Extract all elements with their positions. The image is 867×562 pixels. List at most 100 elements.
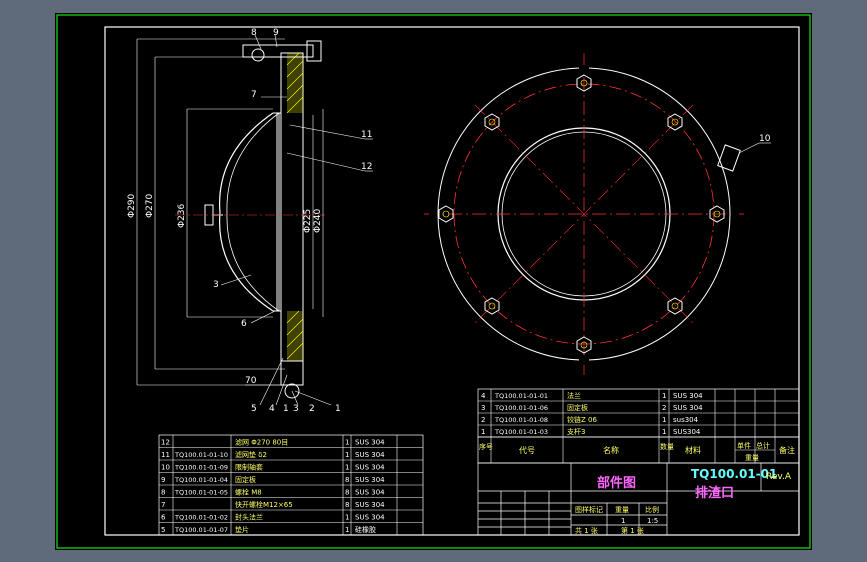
bom-table: 4 TQ100.01-01-01 法兰 1 SUS 304 3 TQ100.01-01-06… — [477, 388, 800, 464]
bom-header-no: 序号 — [479, 442, 493, 451]
bom-header-material: 材料 — [685, 445, 701, 455]
parts-row-qty: 1 — [345, 464, 349, 472]
parts-row-code: TQ100.01-01-10 — [174, 451, 228, 459]
parts-row-name: 螺栓 M8 — [235, 488, 262, 497]
parts-row-qty: 1 — [345, 439, 349, 447]
parts-row-no: 7 — [161, 501, 165, 509]
parts-row-code: TQ100.01-01-04 — [174, 476, 228, 484]
hinge-block — [717, 144, 741, 172]
parts-row-name: 快开螺栓M12×65 — [235, 500, 293, 509]
revision: Rev.A — [766, 472, 792, 482]
front-view: 10 — [424, 53, 771, 375]
bom-row-code: TQ100.01-01-06 — [494, 404, 548, 412]
dim-225: Φ225 — [303, 209, 313, 233]
balloon-11: 11 — [361, 130, 372, 140]
bom-row-name: 法兰 — [567, 391, 581, 400]
stage-label: 图样标记 — [575, 505, 603, 514]
dim-240: Φ240 — [313, 208, 323, 233]
parts-row-qty: 8 — [345, 489, 349, 497]
parts-row-material: SUS 304 — [355, 476, 385, 484]
quantity-value: 1 — [621, 517, 625, 525]
title-type: 部件图 — [597, 475, 636, 491]
bom-row-qty: 1 — [662, 428, 666, 436]
balloon-10: 10 — [759, 134, 771, 144]
bom-row-no: 4 — [481, 392, 486, 400]
parts-row-material: SUS 304 — [355, 439, 385, 447]
dim-290: Φ290 — [127, 193, 137, 218]
parts-row-no: 10 — [161, 464, 170, 472]
drawing-name: 排渣口 — [695, 485, 734, 501]
bom-row-code: TQ100.01-01-01 — [494, 392, 548, 400]
parts-row-no: 8 — [161, 489, 165, 497]
bom-header-total: 总计 — [756, 441, 770, 450]
parts-row-material: SUS 304 — [355, 451, 385, 459]
parts-row-name: 滤网垫 δ2 — [235, 450, 267, 459]
parts-row-name: 封头法兰 — [235, 513, 263, 522]
parts-row-code: TQ100.01-01-02 — [174, 514, 228, 522]
drawing-sheet: Φ290 Φ270 Φ236 Φ225 Φ240 70 8 9 7 11 12 … — [55, 13, 812, 550]
parts-row-material: SUS 304 — [355, 464, 385, 472]
parts-row-code: TQ100.01-01-09 — [174, 464, 228, 472]
drawing-number: TQ100.01-01 — [691, 467, 777, 481]
bom-row-qty: 1 — [662, 392, 666, 400]
parts-row-no: 5 — [161, 526, 165, 534]
balloon-9: 9 — [273, 28, 279, 38]
bom-header-single: 单件 — [737, 441, 751, 450]
weight-label: 重量 — [615, 506, 629, 514]
parts-row-material: 硅橡胶 — [355, 525, 376, 534]
bom-row-material: SUS 304 — [673, 404, 703, 412]
parts-row-qty: 1 — [345, 526, 349, 534]
balloon-2: 2 — [309, 404, 315, 414]
bom-row-qty: 1 — [662, 416, 666, 424]
dim-270: Φ270 — [145, 193, 155, 218]
bom-header-remark: 备注 — [779, 445, 795, 455]
parts-row-qty: 1 — [345, 451, 349, 459]
bom-row-no: 2 — [481, 416, 485, 424]
parts-row-qty: 1 — [345, 514, 349, 522]
bom-row-material: SUS304 — [673, 428, 701, 436]
bom-header-weight: 重量 — [745, 454, 759, 462]
parts-row-qty: 8 — [345, 501, 349, 509]
balloon-12: 12 — [361, 162, 372, 172]
balloon-1a: 1 — [283, 404, 289, 414]
balloon-4: 4 — [269, 404, 275, 414]
balloon-1b: 1 — [335, 404, 341, 414]
bom-row-material: sus304 — [673, 416, 699, 424]
dim-236: Φ236 — [177, 203, 187, 228]
parts-row-name: 限制轴套 — [235, 463, 263, 472]
balloon-5: 5 — [251, 404, 257, 414]
parts-row-no: 12 — [161, 439, 170, 447]
bom-row-name: 支杆3 — [567, 427, 585, 436]
sheet-total: 共 1 张 — [575, 526, 598, 535]
parts-row-name: 滤网 Φ270 80目 — [235, 438, 288, 447]
parts-row-no: 6 — [161, 514, 166, 522]
parts-row-no: 9 — [161, 476, 165, 484]
title-block: 部件图 TQ100.01-01 排渣口 Rev.A 图样标记 重量 比例 1 1… — [477, 462, 800, 536]
parts-row-name: 垫片 — [235, 525, 249, 534]
bom-row-no: 1 — [481, 428, 485, 436]
parts-row-material: SUS 304 — [355, 514, 385, 522]
parts-row-qty: 8 — [345, 476, 349, 484]
bom-row-code: TQ100.01-01-08 — [494, 416, 548, 424]
balloon-6: 6 — [241, 319, 247, 329]
balloon-7: 7 — [251, 90, 257, 100]
bom-header-code: 代号 — [519, 445, 535, 455]
balloon-3-upper: 3 — [213, 280, 219, 290]
balloon-8: 8 — [251, 28, 257, 38]
parts-row-no: 11 — [161, 451, 170, 459]
parts-table: 12 滤网 Φ270 80目 1 SUS 30411 TQ100.01-01-10 滤网垫… — [158, 434, 424, 536]
parts-row-name: 固定板 — [235, 475, 256, 484]
bom-row-qty: 2 — [662, 404, 666, 412]
cad-drawing: Φ290 Φ270 Φ236 Φ225 Φ240 70 8 9 7 11 12 … — [56, 14, 811, 549]
parts-row-code: TQ100.01-01-07 — [174, 526, 228, 534]
balloon-3-lower: 3 — [293, 404, 299, 414]
scale-value: 1:5 — [647, 517, 658, 525]
side-view: Φ290 Φ270 Φ236 Φ225 Φ240 70 8 9 7 11 12 … — [127, 28, 373, 414]
bom-row-name: 固定板 — [567, 403, 588, 412]
bom-row-code: TQ100.01-01-03 — [494, 428, 548, 436]
bom-row-name: 铰链Z 06 — [567, 415, 597, 424]
sheet-number: 第 1 张 — [621, 526, 644, 535]
bom-row-no: 3 — [481, 404, 485, 412]
scale-label: 比例 — [645, 505, 659, 514]
bom-header-name: 名称 — [603, 445, 619, 455]
